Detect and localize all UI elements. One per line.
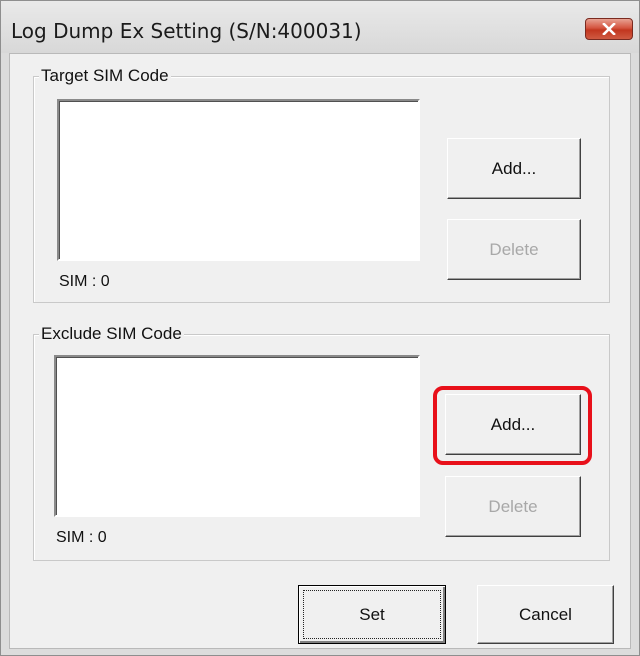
target-sim-count: SIM : 0 — [59, 273, 110, 290]
close-button[interactable] — [585, 18, 633, 40]
window-title: Log Dump Ex Setting (S/N:400031) — [11, 19, 362, 43]
set-button[interactable]: Set — [298, 585, 446, 644]
target-delete-button[interactable]: Delete — [447, 219, 581, 280]
exclude-sim-group: Exclude SIM Code SIM : 0 Add... Delete — [33, 324, 610, 561]
target-sim-group: Target SIM Code SIM : 0 Add... Delete — [33, 66, 610, 303]
dialog-window: Log Dump Ex Setting (S/N:400031) Target … — [0, 0, 640, 656]
dialog-client-area: Target SIM Code SIM : 0 Add... Delete Ex… — [9, 53, 631, 649]
exclude-sim-count: SIM : 0 — [56, 529, 107, 546]
exclude-sim-group-label: Exclude SIM Code — [39, 324, 184, 344]
close-x-icon — [602, 23, 616, 35]
target-sim-listbox[interactable] — [57, 99, 420, 261]
exclude-sim-listbox[interactable] — [54, 355, 420, 517]
focus-rectangle — [303, 590, 441, 639]
title-bar[interactable]: Log Dump Ex Setting (S/N:400031) — [1, 1, 639, 53]
exclude-add-button[interactable]: Add... — [445, 394, 581, 455]
target-sim-group-label: Target SIM Code — [39, 66, 171, 86]
cancel-button[interactable]: Cancel — [477, 585, 614, 644]
target-add-button[interactable]: Add... — [447, 138, 581, 199]
exclude-delete-button[interactable]: Delete — [445, 476, 581, 537]
